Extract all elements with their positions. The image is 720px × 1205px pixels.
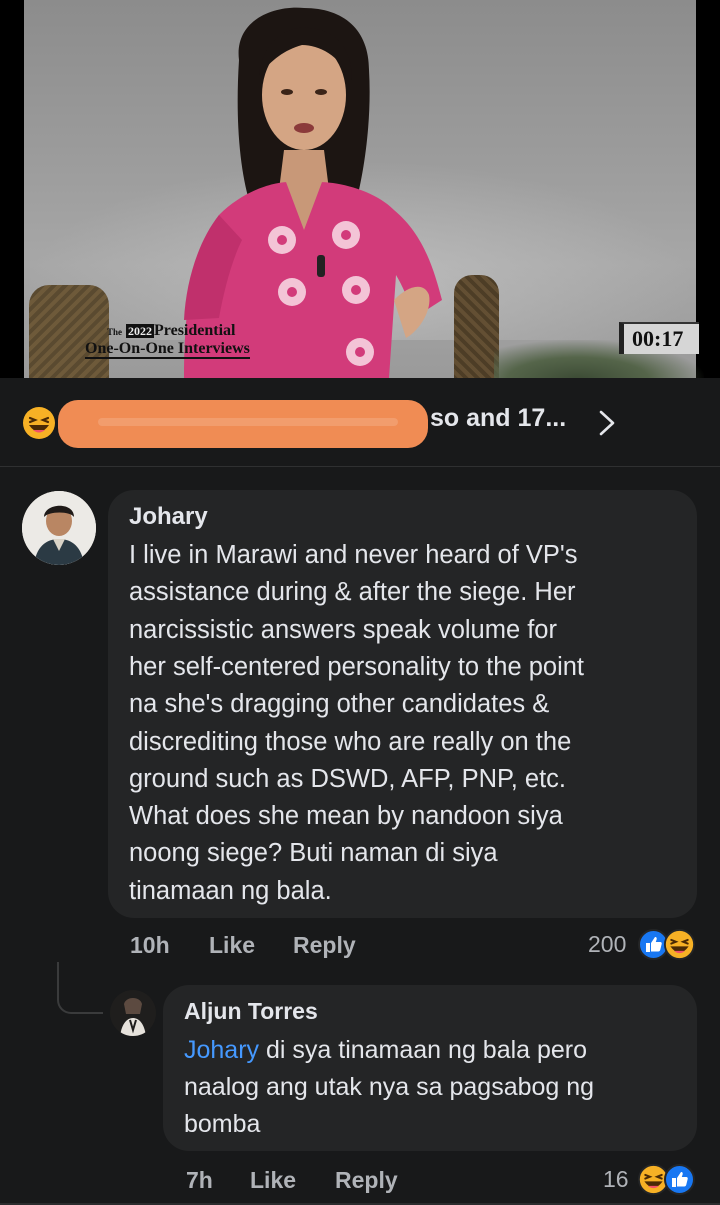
reply-text-line: Johary di sya tinamaan ng bala pero bbox=[184, 1036, 587, 1065]
reply-mention-link[interactable]: Johary bbox=[184, 1036, 259, 1064]
divider bbox=[0, 466, 720, 467]
comment-text-line: noong siege? Buti naman di siya bbox=[129, 839, 498, 868]
comment-text-line: narcissistic answers speak volume for bbox=[129, 615, 557, 644]
haha-emoji-icon bbox=[23, 407, 55, 439]
logo-the: The bbox=[107, 327, 123, 337]
video-timer: 00:17 bbox=[619, 322, 699, 354]
avatar-image bbox=[22, 491, 96, 565]
comment-author[interactable]: Johary bbox=[129, 503, 208, 531]
video-player[interactable]: The 2022 Presidential One-On-One Intervie… bbox=[0, 0, 720, 378]
logo-title-1: Presidential bbox=[154, 322, 236, 339]
comment-text-line: assistance during & after the siege. Her bbox=[129, 578, 576, 607]
reply-like-button[interactable]: Like bbox=[250, 1167, 296, 1194]
interview-logo: The 2022 Presidential One-On-One Intervie… bbox=[85, 323, 250, 359]
reply-reaction-count[interactable]: 16 bbox=[603, 1166, 629, 1193]
avatar-johary[interactable] bbox=[22, 491, 96, 565]
reactions-summary-text[interactable]: so and 17... bbox=[430, 404, 566, 433]
video-frame: The 2022 Presidential One-On-One Intervie… bbox=[24, 0, 704, 378]
haha-emoji-icon bbox=[664, 929, 695, 960]
reply-author[interactable]: Aljun Torres bbox=[184, 998, 318, 1025]
comment-text-line: na she's dragging other candidates & bbox=[129, 690, 550, 719]
comment-text-line: discrediting those who are really on the bbox=[129, 727, 572, 756]
reply-reply-button[interactable]: Reply bbox=[335, 1167, 398, 1194]
comment-reply-button[interactable]: Reply bbox=[293, 932, 356, 959]
comment-text-line: tinamaan ng bala. bbox=[129, 876, 332, 905]
comment-text-line: What does she mean by nandoon siya bbox=[129, 802, 563, 831]
redaction-scribble bbox=[58, 400, 428, 448]
comment-text-line: ground such as DSWD, AFP, PNP, etc. bbox=[129, 764, 567, 793]
chevron-right-icon[interactable] bbox=[596, 408, 618, 438]
comment-like-button[interactable]: Like bbox=[209, 932, 255, 959]
comment-text-line: her self-centered personality to the poi… bbox=[129, 652, 585, 681]
reply-thread-connector bbox=[57, 962, 103, 1014]
comment-time[interactable]: 10h bbox=[130, 932, 170, 959]
avatar-aljun-torres[interactable] bbox=[110, 990, 156, 1036]
like-icon bbox=[664, 1164, 695, 1195]
reply-text-part: di sya tinamaan ng bala pero bbox=[259, 1036, 588, 1064]
logo-title-2: One-On-One Interviews bbox=[85, 340, 250, 359]
logo-year: 2022 bbox=[126, 324, 155, 338]
comment-reaction-count[interactable]: 200 bbox=[588, 931, 626, 958]
avatar-image bbox=[110, 990, 156, 1036]
reply-text-line: bomba bbox=[184, 1110, 261, 1138]
comment-text-line: I live in Marawi and never heard of VP's bbox=[129, 541, 578, 569]
reply-time[interactable]: 7h bbox=[186, 1167, 213, 1194]
reply-text-line: naalog ang utak nya sa pagsabog ng bbox=[184, 1073, 595, 1101]
